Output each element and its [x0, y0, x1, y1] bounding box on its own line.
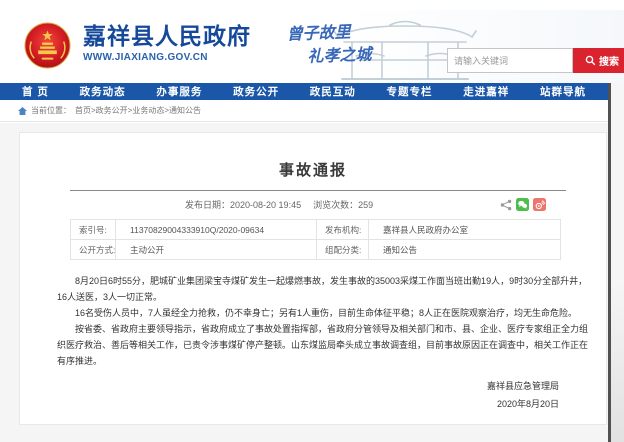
wechat-share-button[interactable]	[516, 198, 529, 211]
weibo-icon	[533, 198, 546, 211]
search-icon	[585, 55, 596, 66]
nav-item-site-navigation[interactable]: 站群导航	[540, 84, 586, 99]
view-count-value: 259	[358, 200, 373, 210]
nav-item-home[interactable]: 首 页	[22, 84, 49, 99]
nav-item-services[interactable]: 办事服务	[156, 84, 202, 99]
share-button[interactable]	[500, 199, 512, 211]
nav-item-public-interaction[interactable]: 政民互动	[310, 84, 356, 99]
article-meta-table: 索引号: 11370829004333910Q/2020-09634 发布机构:…	[70, 219, 561, 260]
search-button[interactable]: 搜索	[573, 48, 624, 73]
share-icon	[500, 199, 512, 211]
site-title-block: 嘉祥县人民政府 WWW.JIAXIANG.GOV.CN	[83, 23, 251, 63]
table-row: 索引号: 11370829004333910Q/2020-09634 发布机构:…	[71, 220, 561, 240]
home-icon	[18, 107, 27, 115]
wechat-icon	[516, 198, 529, 211]
category-label: 组配分类:	[317, 240, 369, 260]
nav-item-gov-news[interactable]: 政务动态	[80, 84, 126, 99]
breadcrumb[interactable]: 首页>政务公开>业务动态>通知公告	[75, 105, 201, 116]
issuing-agency-label: 发布机构:	[317, 220, 369, 240]
nav-item-about-jiaxiang[interactable]: 走进嘉祥	[463, 84, 509, 99]
article-paragraph: 8月20日6时55分，肥城矿业集团梁宝寺煤矿发生一起爆燃事故，发生事故的3500…	[57, 273, 593, 305]
search-input[interactable]	[447, 48, 573, 73]
content-area: 事故通报 发布日期：2020-08-20 19:45 浏览次数：259	[0, 123, 608, 442]
article-card: 事故通报 发布日期：2020-08-20 19:45 浏览次数：259	[19, 132, 607, 425]
main-nav: 首 页 政务动态 办事服务 政务公开 政民互动 专题专栏 走进嘉祥 站群导航	[0, 83, 608, 100]
weibo-share-button[interactable]	[533, 198, 546, 211]
search-button-label: 搜索	[599, 53, 619, 68]
disclosure-method-value: 主动公开	[116, 240, 317, 260]
article-paragraph: 按省委、省政府主要领导指示，省政府成立了事故处置指挥部，省政府分管领导及相关部门…	[57, 321, 593, 369]
national-emblem-icon	[24, 22, 71, 69]
article-meta-row: 发布日期：2020-08-20 19:45 浏览次数：259	[70, 191, 566, 218]
publish-date-label: 发布日期：	[185, 200, 230, 210]
signature-agency: 嘉祥县应急管理局	[20, 377, 559, 395]
article-body: 8月20日6时55分，肥城矿业集团梁宝寺煤矿发生一起爆燃事故，发生事故的3500…	[20, 273, 606, 369]
breadcrumb-label: 当前位置：	[31, 105, 71, 116]
signature-block: 嘉祥县应急管理局 2020年8月20日	[20, 377, 606, 413]
article-paragraph: 16名受伤人员中，7人虽经全力抢救，仍不幸身亡；另有1人重伤，目前生命体征平稳；…	[57, 305, 593, 321]
publish-date-value: 2020-08-20 19:45	[230, 200, 301, 210]
issuing-agency-value: 嘉祥县人民政府办公室	[369, 220, 561, 240]
table-row: 公开方式: 主动公开 组配分类: 通知公告	[71, 240, 561, 260]
publish-date: 发布日期：2020-08-20 19:45	[185, 198, 301, 211]
view-count: 浏览次数：259	[313, 198, 373, 211]
view-count-label: 浏览次数：	[313, 200, 358, 210]
signature-date: 2020年8月20日	[20, 395, 559, 413]
site-slogan: 曾子故里 礼孝之城	[286, 23, 371, 66]
breadcrumb-bar: 当前位置： 首页>政务公开>业务动态>通知公告	[0, 100, 608, 122]
category-value: 通知公告	[369, 240, 561, 260]
nav-item-special-columns[interactable]: 专题专栏	[387, 84, 433, 99]
index-number-label: 索引号:	[71, 220, 116, 240]
search-box: 搜索	[447, 48, 624, 73]
article-title: 事故通报	[20, 159, 606, 180]
nav-item-gov-disclosure[interactable]: 政务公开	[233, 84, 279, 99]
slogan-line-1: 曾子故里	[286, 23, 371, 43]
site-title[interactable]: 嘉祥县人民政府	[83, 23, 251, 49]
slogan-line-2: 礼孝之城	[307, 46, 372, 65]
right-gutter	[611, 83, 624, 442]
index-number-value: 11370829004333910Q/2020-09634	[116, 220, 317, 240]
share-icons-group	[500, 191, 546, 218]
site-header: 嘉祥县人民政府 WWW.JIAXIANG.GOV.CN 曾子故里 礼孝之城	[0, 10, 624, 83]
site-url: WWW.JIAXIANG.GOV.CN	[83, 52, 251, 63]
disclosure-method-label: 公开方式:	[71, 240, 116, 260]
